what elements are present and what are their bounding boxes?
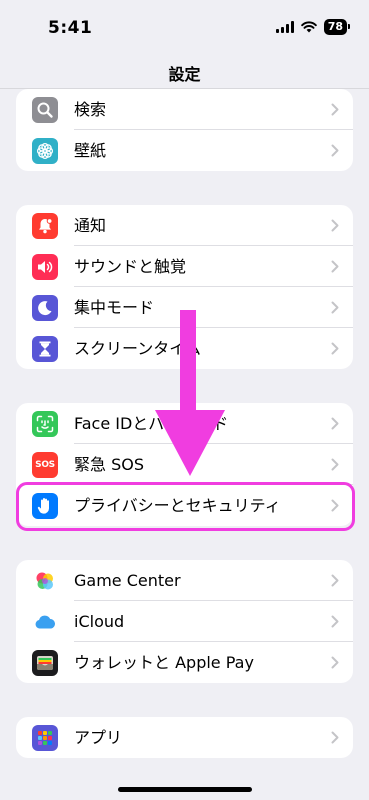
page-title: 設定 <box>168 65 201 84</box>
chevron-right-icon <box>331 103 339 116</box>
chevron-right-icon <box>331 615 339 628</box>
speaker-icon <box>32 254 58 280</box>
row-label: Game Center <box>74 571 181 590</box>
chevron-right-icon <box>331 656 339 669</box>
row-label: 壁紙 <box>74 141 107 160</box>
cloud-icon <box>32 609 58 635</box>
chevron-right-icon <box>331 301 339 314</box>
chevron-right-icon <box>331 574 339 587</box>
sos-icon: SOS <box>32 452 58 478</box>
privacy-row-highlight <box>16 482 355 531</box>
wallpaper-flower-icon <box>32 138 58 164</box>
chevron-right-icon <box>331 458 339 471</box>
settings-group-services: Game Center iCloud ウォレットと Apple Pay <box>16 560 353 683</box>
battery-icon: 78 <box>323 19 351 35</box>
wifi-icon <box>300 21 317 33</box>
game-center-icon <box>32 568 58 594</box>
chevron-right-icon <box>331 417 339 430</box>
row-label: 検索 <box>74 100 107 119</box>
row-label: ウォレットと Apple Pay <box>74 653 254 672</box>
row-label: 緊急 SOS <box>74 455 144 474</box>
settings-row-wallpaper[interactable]: 壁紙 <box>16 130 353 171</box>
row-label: アプリ <box>74 728 123 747</box>
settings-row-apps[interactable]: アプリ <box>16 717 353 758</box>
settings-row-sounds[interactable]: サウンドと触覚 <box>16 246 353 287</box>
wallet-icon <box>32 650 58 676</box>
sos-icon-text: SOS <box>35 460 55 470</box>
home-indicator <box>118 787 252 792</box>
status-icons: 78 <box>275 19 351 35</box>
row-label: 通知 <box>74 216 107 235</box>
chevron-right-icon <box>331 144 339 157</box>
settings-row-search[interactable]: 検索 <box>16 89 353 130</box>
row-label: サウンドと触覚 <box>74 257 187 276</box>
status-bar: 5:41 78 <box>0 0 369 56</box>
settings-row-wallet[interactable]: ウォレットと Apple Pay <box>16 642 353 683</box>
hourglass-icon <box>32 336 58 362</box>
status-time: 5:41 <box>48 18 93 38</box>
chevron-right-icon <box>331 342 339 355</box>
cellular-signal-icon <box>275 21 294 33</box>
search-icon <box>32 97 58 123</box>
settings-row-icloud[interactable]: iCloud <box>16 601 353 642</box>
face-id-icon <box>32 411 58 437</box>
pointer-arrow-icon <box>155 310 225 476</box>
moon-icon <box>32 295 58 321</box>
settings-row-game-center[interactable]: Game Center <box>16 560 353 601</box>
row-label: iCloud <box>74 612 125 631</box>
apps-grid-icon <box>32 725 58 751</box>
chevron-right-icon <box>331 219 339 232</box>
chevron-right-icon <box>331 260 339 273</box>
settings-row-notifications[interactable]: 通知 <box>16 205 353 246</box>
chevron-right-icon <box>331 731 339 744</box>
settings-group-apps: アプリ <box>16 717 353 758</box>
settings-group-search: 検索 壁紙 <box>16 89 353 171</box>
row-label: 集中モード <box>74 298 155 317</box>
bell-icon <box>32 213 58 239</box>
